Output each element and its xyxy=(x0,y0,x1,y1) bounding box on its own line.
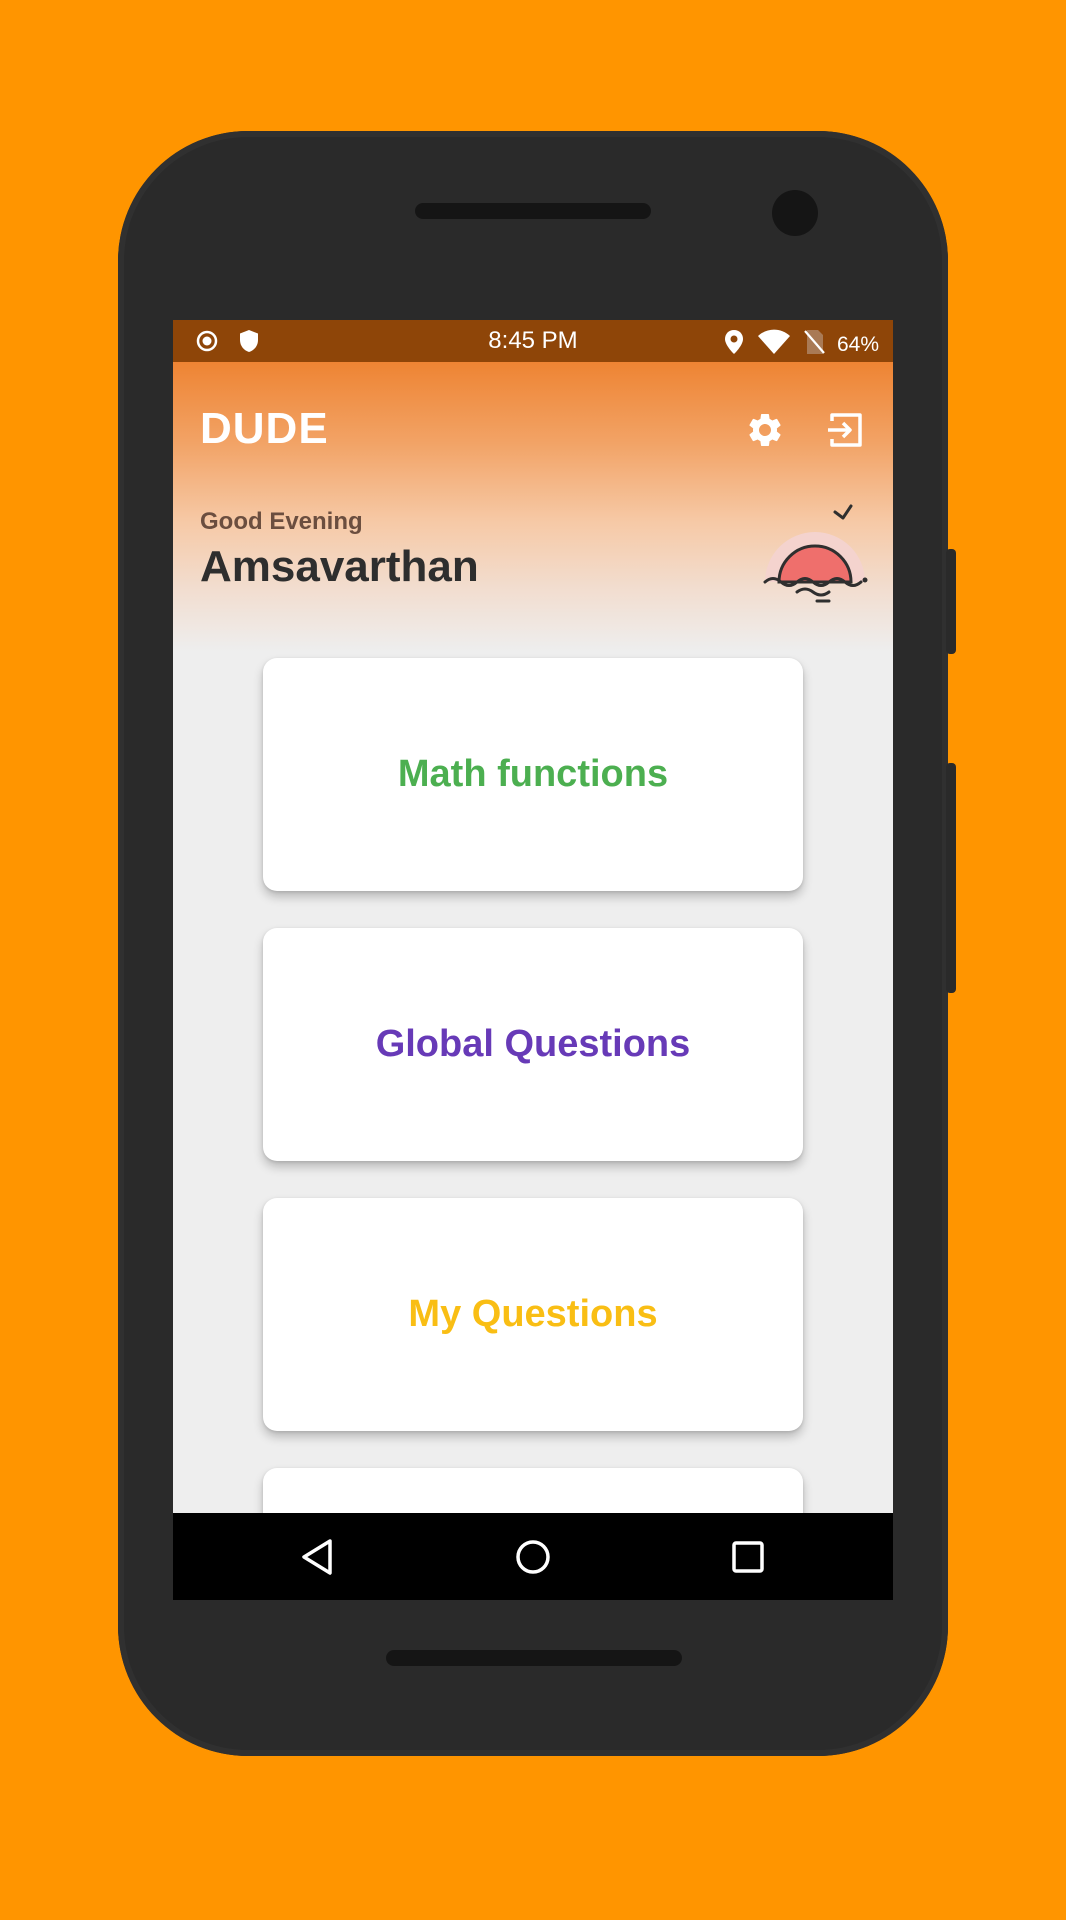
back-icon[interactable] xyxy=(294,1533,342,1581)
app-title: DUDE xyxy=(200,404,329,453)
no-sim-icon xyxy=(803,329,825,360)
settings-icon[interactable] xyxy=(745,410,785,450)
navigation-bar xyxy=(173,1513,893,1600)
battery-percent: 64% xyxy=(836,332,879,356)
greeting-text: Good Evening xyxy=(200,508,363,535)
global-questions-label: Global Questions xyxy=(375,1023,691,1065)
my-questions-card[interactable]: My Questions xyxy=(263,1198,803,1431)
math-functions-label: Math functions xyxy=(397,753,669,795)
logout-icon[interactable] xyxy=(825,410,865,450)
earpiece-speaker xyxy=(415,203,651,219)
location-icon xyxy=(723,329,745,360)
status-bar: 8:45 PM 64% xyxy=(173,320,893,362)
app-screen: 8:45 PM 64% DUDE Good Evening Amsavartha… xyxy=(173,320,893,1600)
my-questions-label: My Questions xyxy=(408,1293,658,1335)
app-header: DUDE Good Evening Amsavarthan xyxy=(173,362,893,652)
front-camera xyxy=(772,190,818,236)
user-name: Amsavarthan xyxy=(200,542,479,591)
home-icon[interactable] xyxy=(509,1533,557,1581)
wifi-icon xyxy=(757,329,791,360)
phone-side-button xyxy=(946,549,956,654)
phone-volume-button xyxy=(946,763,956,993)
sunset-icon xyxy=(757,500,873,610)
math-functions-card[interactable]: Math functions xyxy=(263,658,803,891)
global-questions-card[interactable]: Global Questions xyxy=(263,928,803,1161)
bottom-speaker xyxy=(386,1650,682,1666)
recents-icon[interactable] xyxy=(724,1533,772,1581)
status-right-icons: 64% xyxy=(723,329,879,360)
